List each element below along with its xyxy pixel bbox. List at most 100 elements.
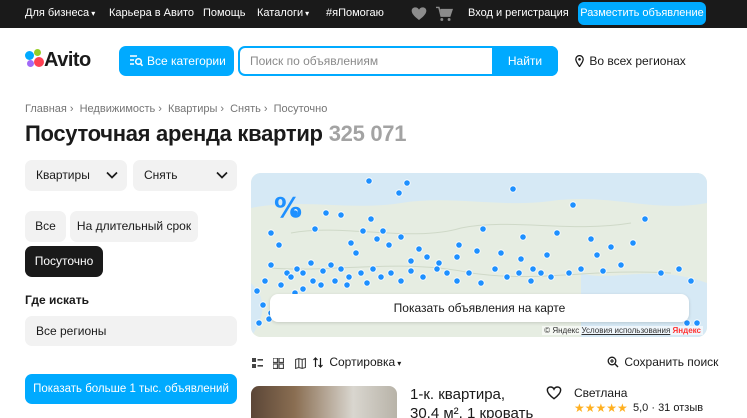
map-marker[interactable] [299,269,307,277]
map-marker[interactable] [465,269,473,277]
map-marker[interactable] [337,211,345,219]
map-marker[interactable] [407,267,415,275]
map-marker[interactable] [275,241,283,249]
map-marker[interactable] [363,279,371,287]
map-marker[interactable] [345,273,353,281]
breadcrumb-apartments[interactable]: Квартиры [168,103,217,115]
map-marker[interactable] [267,261,275,269]
map-marker[interactable] [435,259,443,267]
map-marker[interactable] [543,251,551,259]
map-marker[interactable] [607,243,615,251]
map-marker[interactable] [343,281,351,289]
map-marker[interactable] [337,265,345,273]
topbar-link-career[interactable]: Карьера в Авито [109,7,194,19]
period-long-term[interactable]: На длительный срок [70,211,198,242]
map-marker[interactable] [267,229,275,237]
map-marker[interactable] [307,259,315,267]
map-marker[interactable] [327,261,335,269]
map-marker[interactable] [433,265,441,273]
map-marker[interactable] [419,273,427,281]
map-marker[interactable] [293,265,301,273]
map-marker[interactable] [395,189,403,197]
map-marker[interactable] [347,239,355,247]
map-marker[interactable] [537,269,545,277]
map-marker[interactable] [599,267,607,275]
map-marker[interactable] [359,227,367,235]
map-marker[interactable] [477,279,485,287]
search-button[interactable]: Найти [492,46,558,76]
seller-name[interactable]: Светлана [574,386,627,400]
topbar-link-business[interactable]: Для бизнеса ▾ [25,7,95,19]
map-marker[interactable] [379,227,387,235]
breadcrumb-realty[interactable]: Недвижимость [80,103,156,115]
map-marker[interactable] [519,233,527,241]
map-marker[interactable] [373,235,381,243]
map-marker[interactable] [479,225,487,233]
map-terms-link[interactable]: Условия использования [582,326,671,335]
map-marker[interactable] [397,277,405,285]
map-marker[interactable] [515,269,523,277]
map-view-icon[interactable] [294,357,306,370]
map-marker[interactable] [331,277,339,285]
cart-icon[interactable] [435,6,453,22]
map-marker[interactable] [261,277,269,285]
regions-field[interactable]: Все регионы [25,316,237,346]
map-preview[interactable]: % Показать объявления на карте © Яндекс … [251,173,707,337]
map-marker[interactable] [491,265,499,273]
map-marker[interactable] [365,177,373,185]
map-marker[interactable] [287,273,295,281]
listing-title[interactable]: 1-к. квартира, 30,4 м², 1 кровать [410,385,540,418]
map-marker[interactable] [455,241,463,249]
map-marker[interactable] [299,285,307,293]
map-marker[interactable] [517,255,525,263]
map-marker[interactable] [553,229,561,237]
save-search-button[interactable]: Сохранить поиск [607,355,718,369]
map-marker[interactable] [259,301,267,309]
map-marker[interactable] [503,273,511,281]
show-more-button[interactable]: Показать больше 1 тыс. объявлений [25,374,237,404]
map-marker[interactable] [641,215,649,223]
map-marker[interactable] [657,269,665,277]
map-marker[interactable] [369,265,377,273]
grid-view-icon[interactable] [272,357,285,370]
map-marker[interactable] [587,235,595,243]
map-marker[interactable] [397,233,405,241]
breadcrumb-home[interactable]: Главная [25,103,67,115]
map-marker[interactable] [453,253,461,261]
avito-logo[interactable]: Avito [25,49,105,73]
map-marker[interactable] [675,265,683,273]
map-marker[interactable] [255,319,263,327]
map-marker[interactable] [593,251,601,259]
all-categories-button[interactable]: Все категории [119,46,234,76]
login-link[interactable]: Вход и регистрация [468,7,569,19]
map-marker[interactable] [367,215,375,223]
map-marker[interactable] [547,273,555,281]
period-daily[interactable]: Посуточно [25,246,103,277]
topbar-link-help-campaign[interactable]: #яПомогаю [326,7,384,19]
map-marker[interactable] [453,277,461,285]
map-marker[interactable] [277,281,285,289]
map-marker[interactable] [253,287,261,295]
map-marker[interactable] [629,239,637,247]
map-marker[interactable] [565,269,573,277]
map-marker[interactable] [577,265,585,273]
topbar-link-catalogs[interactable]: Каталоги ▾ [257,7,309,19]
show-on-map-button[interactable]: Показать объявления на карте [270,294,689,322]
property-type-select[interactable]: Квартиры [25,160,127,191]
map-marker[interactable] [617,261,625,269]
map-marker[interactable] [357,269,365,277]
map-marker[interactable] [527,277,535,285]
map-marker[interactable] [423,253,431,261]
map-marker[interactable] [569,201,577,209]
map-marker[interactable] [352,249,360,257]
breadcrumb-rent[interactable]: Снять [230,103,261,115]
period-all[interactable]: Все [25,211,66,242]
map-marker[interactable] [509,185,517,193]
map-marker[interactable] [322,209,330,217]
post-ad-button[interactable]: Разместить объявление [578,2,706,25]
region-selector[interactable]: Во всех регионах [575,54,686,68]
map-marker[interactable] [311,225,319,233]
deal-type-select[interactable]: Снять [133,160,237,191]
map-marker[interactable] [309,277,317,285]
map-marker[interactable] [317,281,325,289]
